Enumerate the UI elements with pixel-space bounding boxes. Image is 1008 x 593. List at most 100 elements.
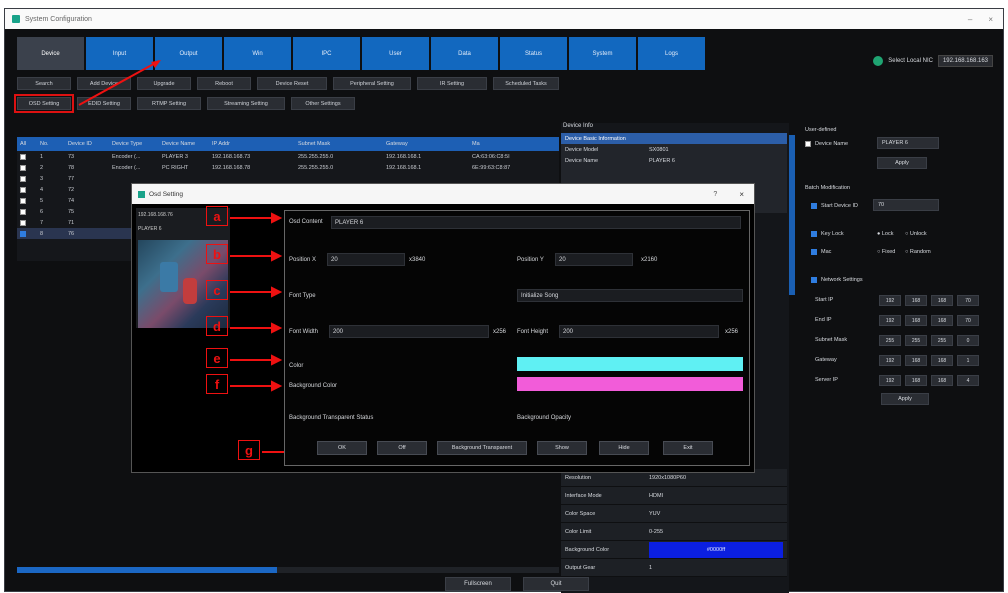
- exit-button[interactable]: Exit: [663, 441, 713, 455]
- ip-octet-input[interactable]: 168: [931, 315, 953, 326]
- hide-button[interactable]: Hide: [599, 441, 649, 455]
- show-button[interactable]: Show: [537, 441, 587, 455]
- streaming-setting-button[interactable]: Streaming Setting: [207, 97, 285, 110]
- tab-logs[interactable]: Logs: [638, 37, 705, 70]
- position-y-input[interactable]: 20: [555, 253, 633, 266]
- ip-octet-input[interactable]: 255: [879, 335, 901, 346]
- apply-name-button[interactable]: Apply: [877, 157, 927, 169]
- ip-octet-input[interactable]: 70: [957, 315, 979, 326]
- scheduled-tasks-button[interactable]: Scheduled Tasks: [493, 77, 559, 90]
- ip-octet-input[interactable]: 70: [957, 295, 979, 306]
- tab-system[interactable]: System: [569, 37, 636, 70]
- tab-device[interactable]: Device: [17, 37, 84, 70]
- background-transparent-button[interactable]: Background Transparent: [437, 441, 527, 455]
- row-checkbox[interactable]: [20, 164, 26, 171]
- start-device-id-input[interactable]: 70: [873, 199, 939, 211]
- nic-value[interactable]: 192.168.168.163: [937, 55, 993, 67]
- ip-octet-input[interactable]: 192: [879, 315, 901, 326]
- key-lock-checkbox[interactable]: [811, 231, 817, 237]
- row-checkbox-cell[interactable]: [17, 173, 37, 184]
- lock-radio[interactable]: ● Lock: [877, 231, 893, 237]
- tab-output[interactable]: Output: [155, 37, 222, 70]
- search-button[interactable]: Search: [17, 77, 71, 90]
- ip-octet-input[interactable]: 0: [957, 335, 979, 346]
- ip-octet-input[interactable]: 168: [905, 355, 927, 366]
- fullscreen-button[interactable]: Fullscreen: [445, 577, 511, 591]
- scrollbar-thumb[interactable]: [17, 567, 277, 573]
- peripheral-setting-button[interactable]: Peripheral Setting: [333, 77, 411, 90]
- table-row[interactable]: 2 78 Encoder (... PC RIGHT 192.168.168.78 255…: [17, 162, 559, 173]
- off-button[interactable]: Off: [377, 441, 427, 455]
- color-swatch[interactable]: [517, 357, 743, 371]
- row-checkbox-cell[interactable]: [17, 195, 37, 206]
- row-checkbox[interactable]: [20, 197, 26, 204]
- position-x-input[interactable]: 20: [327, 253, 405, 266]
- col-gateway: Gateway: [386, 141, 408, 147]
- reboot-button[interactable]: Reboot: [197, 77, 251, 90]
- horizontal-scrollbar[interactable]: [17, 567, 559, 573]
- other-settings-button[interactable]: Other Settings: [291, 97, 355, 110]
- osd-content-input[interactable]: PLAYER 6: [331, 216, 741, 229]
- row-checkbox[interactable]: [20, 208, 26, 215]
- tab-user[interactable]: User: [362, 37, 429, 70]
- ip-octet-input[interactable]: 192: [879, 355, 901, 366]
- ip-octet-input[interactable]: 192: [879, 375, 901, 386]
- row-checkbox-cell[interactable]: [17, 184, 37, 195]
- font-width-input[interactable]: 200: [329, 325, 489, 338]
- ip-octet-input[interactable]: 192: [879, 295, 901, 306]
- row-checkbox[interactable]: [20, 153, 26, 160]
- vertical-scrollbar[interactable]: [789, 135, 795, 295]
- ip-octet-input[interactable]: 168: [931, 375, 953, 386]
- tab-ipc[interactable]: IPC: [293, 37, 360, 70]
- tab-status[interactable]: Status: [500, 37, 567, 70]
- row-checkbox-cell[interactable]: [17, 206, 37, 217]
- ip-octet-input[interactable]: 1: [957, 355, 979, 366]
- row-checkbox-cell[interactable]: [17, 151, 37, 162]
- unlock-radio[interactable]: ○ Unlock: [905, 231, 927, 237]
- position-y-range: x2160: [641, 257, 658, 263]
- ir-setting-button[interactable]: IR Setting: [417, 77, 487, 90]
- row-checkbox[interactable]: [20, 219, 26, 226]
- nic-status-icon[interactable]: [873, 56, 884, 66]
- background-color-value[interactable]: #0000ff: [649, 541, 783, 558]
- network-settings-checkbox[interactable]: [811, 277, 817, 283]
- ip-octet-input[interactable]: 4: [957, 375, 979, 386]
- font-height-input[interactable]: 200: [559, 325, 719, 338]
- mac-checkbox[interactable]: [811, 249, 817, 255]
- row-checkbox-cell[interactable]: [17, 217, 37, 228]
- minimize-icon[interactable]: –: [968, 15, 972, 24]
- ip-octet-input[interactable]: 168: [905, 315, 927, 326]
- start-device-id-checkbox[interactable]: [811, 203, 817, 209]
- device-name-checkbox[interactable]: [805, 141, 811, 147]
- row-checkbox[interactable]: [20, 175, 26, 182]
- background-color-swatch[interactable]: [517, 377, 743, 391]
- row-checkbox-cell[interactable]: [17, 228, 37, 239]
- quit-button[interactable]: Quit: [523, 577, 589, 591]
- ip-octet-input[interactable]: 168: [931, 355, 953, 366]
- close-icon[interactable]: ×: [739, 190, 744, 199]
- table-cell: 5: [40, 197, 44, 204]
- col-all[interactable]: All: [17, 137, 37, 151]
- ip-octet-input[interactable]: 255: [931, 335, 953, 346]
- row-checkbox-cell[interactable]: [17, 162, 37, 173]
- close-icon[interactable]: ×: [988, 15, 993, 24]
- fixed-radio[interactable]: ○ Fixed: [877, 249, 895, 255]
- ip-octet-input[interactable]: 168: [931, 295, 953, 306]
- apply-network-button[interactable]: Apply: [881, 393, 929, 405]
- device-reset-button[interactable]: Device Reset: [257, 77, 327, 90]
- row-checkbox[interactable]: [20, 186, 26, 193]
- table-row[interactable]: 1 73 Encoder (... PLAYER 3 192.168.168.73 255…: [17, 151, 559, 162]
- random-radio[interactable]: ○ Random: [905, 249, 931, 255]
- tab-win[interactable]: Win: [224, 37, 291, 70]
- ip-octet-input[interactable]: 255: [905, 335, 927, 346]
- ip-octet-input[interactable]: 168: [905, 295, 927, 306]
- ok-button[interactable]: OK: [317, 441, 367, 455]
- osd-setting-button[interactable]: OSD Setting: [14, 94, 74, 113]
- row-checkbox[interactable]: [20, 230, 26, 237]
- ip-octet-input[interactable]: 168: [905, 375, 927, 386]
- device-name-input[interactable]: PLAYER 6: [877, 137, 939, 149]
- help-icon[interactable]: ?: [713, 191, 717, 198]
- font-type-select[interactable]: Initialize Song: [517, 289, 743, 302]
- tab-data[interactable]: Data: [431, 37, 498, 70]
- network-field-label: End IP: [815, 317, 832, 323]
